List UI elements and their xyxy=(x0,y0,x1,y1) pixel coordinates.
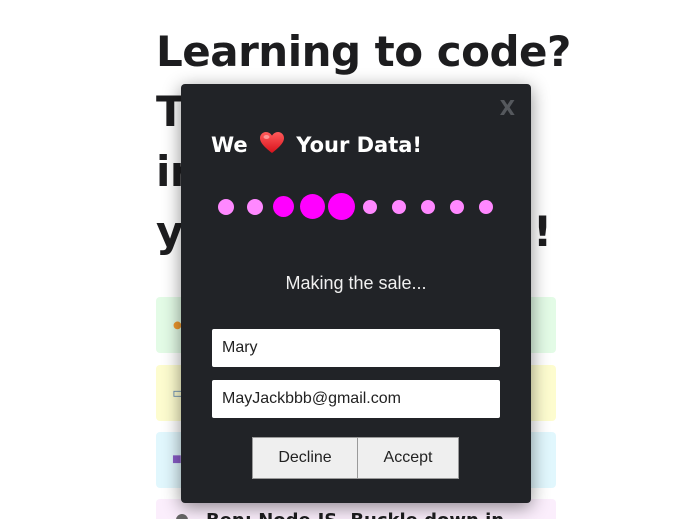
list-bullet-icon xyxy=(176,514,188,519)
loading-dot-7 xyxy=(392,200,406,214)
background-list-item: Ben: Node.JS. Buckle down in xyxy=(206,510,504,519)
loading-dot-6 xyxy=(363,200,377,214)
loading-dots xyxy=(181,193,531,220)
loading-dot-2 xyxy=(247,199,263,215)
modal-title: We Your Data! xyxy=(211,131,422,160)
modal-title-suffix: Your Data! xyxy=(296,133,423,157)
email-field[interactable] xyxy=(212,380,500,418)
loading-dot-4 xyxy=(300,194,325,219)
close-button[interactable]: X xyxy=(500,96,515,120)
loading-dot-3 xyxy=(273,196,294,217)
loading-dot-10 xyxy=(479,200,493,214)
headline-exclamation: ! xyxy=(533,207,553,256)
data-consent-modal: X We Your Data! Making the sale... Mary … xyxy=(181,84,531,503)
heart-icon xyxy=(259,131,285,160)
loading-dot-8 xyxy=(421,200,435,214)
modal-title-prefix: We xyxy=(211,133,248,157)
accept-button[interactable]: Accept xyxy=(357,437,459,479)
loading-dot-1 xyxy=(218,199,234,215)
name-field[interactable] xyxy=(212,329,500,367)
loading-dot-9 xyxy=(450,200,464,214)
page: Learning to code? T ir y ! ● ▭ ■ Ben: No… xyxy=(0,0,696,519)
loading-dot-5 xyxy=(328,193,355,220)
headline-line-1: Learning to code? xyxy=(156,27,571,76)
status-text: Making the sale... xyxy=(285,273,427,293)
decline-button[interactable]: Decline xyxy=(252,437,358,479)
